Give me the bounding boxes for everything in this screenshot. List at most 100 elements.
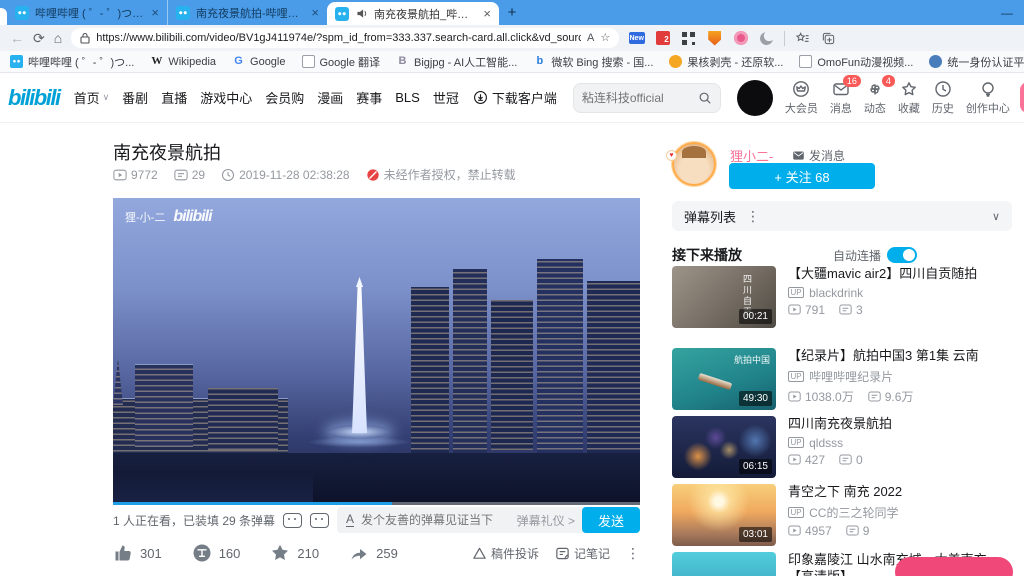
- video-thumbnail[interactable]: 四川自贡 00:21: [672, 266, 776, 328]
- new-tab-button[interactable]: +: [499, 0, 525, 25]
- autoplay-toggle[interactable]: [887, 247, 917, 263]
- nav-game-center[interactable]: 游戏中心: [200, 88, 252, 107]
- audio-playing-icon[interactable]: [355, 7, 368, 20]
- danmaku-font-icon[interactable]: A: [346, 513, 354, 527]
- up-name[interactable]: 哔哩哔哩纪录片: [809, 368, 893, 385]
- danmaku-list-menu-icon[interactable]: ⋮: [746, 208, 760, 225]
- collections-icon[interactable]: [820, 30, 837, 47]
- danmaku-input-box[interactable]: A 弹幕礼仪 > 发送: [337, 507, 640, 533]
- note-button[interactable]: 记笔记: [555, 545, 610, 562]
- extension-qrcode-icon[interactable]: [680, 30, 697, 47]
- download-client-link[interactable]: 下载客户端: [473, 88, 557, 107]
- danmaku-input[interactable]: [361, 513, 510, 527]
- danmaku-list-panel[interactable]: 弹幕列表 ⋮ ∨: [672, 201, 1012, 231]
- bookmark-bilibili[interactable]: 哔哩哔哩 ( ゜- ゜)つ...: [10, 54, 134, 70]
- add-favorite-icon[interactable]: ☆: [600, 33, 610, 44]
- report-button[interactable]: 稿件投诉: [472, 545, 539, 562]
- bookmark-ghxi[interactable]: 果核剥壳 - 还原软...: [669, 54, 783, 70]
- send-message-link[interactable]: 发消息: [792, 147, 845, 164]
- bookmark-sso-1[interactable]: 统一身份认证平台: [929, 54, 1024, 70]
- floating-banner[interactable]: [895, 557, 1013, 576]
- browser-tab-1[interactable]: 哔哩哔哩 ( ゜- ゜)つロ 干杯~-bili ×: [7, 0, 167, 25]
- danmaku-count: 9: [846, 524, 870, 538]
- tab-edge-fragment: [0, 8, 7, 25]
- extension-newtab-icon[interactable]: New: [628, 30, 645, 47]
- bookmark-google[interactable]: GGoogle: [232, 55, 285, 68]
- home-icon[interactable]: ⌂: [54, 31, 62, 45]
- note-icon: [555, 546, 570, 561]
- follow-button[interactable]: + 关注 68: [729, 163, 875, 189]
- video-thumbnail[interactable]: [672, 552, 776, 576]
- danmaku-settings-icon[interactable]: [310, 513, 329, 528]
- more-actions-icon[interactable]: ⋮: [626, 545, 640, 562]
- video-card-title[interactable]: 【纪录片】航拍中国3 第1集 云南: [788, 348, 1012, 365]
- nav-manga[interactable]: 漫画: [317, 88, 343, 107]
- menu-vip[interactable]: 大会员: [785, 80, 818, 116]
- search-input[interactable]: [582, 91, 692, 105]
- danmaku-etiquette-link[interactable]: 弹幕礼仪 >: [517, 512, 575, 529]
- extension-pink-icon[interactable]: [732, 30, 749, 47]
- nav-home[interactable]: 首页∨: [74, 88, 110, 107]
- video-thumbnail[interactable]: 03:01: [672, 484, 776, 546]
- bookmark-omofun[interactable]: OmoFun动漫视频...: [799, 54, 913, 70]
- menu-messages[interactable]: 消息 16: [830, 80, 852, 116]
- bookmark-wikipedia[interactable]: WWikipedia: [150, 55, 216, 68]
- nav-worlds[interactable]: 世冠: [433, 88, 459, 107]
- nav-esports[interactable]: 赛事: [356, 88, 382, 107]
- nav-bangumi[interactable]: 番剧: [122, 88, 148, 107]
- send-danmaku-button[interactable]: 发送: [582, 507, 640, 533]
- uploader-avatar[interactable]: [672, 142, 716, 186]
- address-bar[interactable]: https://www.bilibili.com/video/BV1gJ4119…: [71, 28, 619, 48]
- site-nav: 首页∨ 番剧 直播 游戏中心 会员购 漫画 赛事 BLS 世冠: [74, 88, 459, 107]
- expand-chevron-icon[interactable]: ∨: [992, 210, 1000, 223]
- browser-tab-active[interactable]: 南充夜景航拍_哔哩哔哩_bili ×: [327, 2, 499, 25]
- menu-dynamics[interactable]: 动态 4: [864, 80, 886, 116]
- extension-adguard-icon[interactable]: [706, 30, 723, 47]
- upload-button[interactable]: 投稿: [1020, 82, 1024, 113]
- video-thumbnail[interactable]: 06:15: [672, 416, 776, 478]
- danmaku-toggle-icon[interactable]: [283, 513, 302, 528]
- like-button[interactable]: 301: [113, 543, 162, 563]
- bookmark-bing[interactable]: b微软 Bing 搜索 - 国...: [533, 54, 653, 70]
- tab-close-icon[interactable]: ×: [483, 6, 491, 21]
- bookmark-bigjpg[interactable]: BBigjpg - AI人工智能...: [396, 54, 517, 70]
- video-player[interactable]: 狸-小-二 bilibili: [113, 198, 640, 505]
- recommended-video-4[interactable]: 03:01 青空之下 南充 2022 UPCC的三之轮同学 4957 9: [672, 484, 1012, 546]
- tab-close-icon[interactable]: ×: [151, 5, 159, 20]
- url-text[interactable]: https://www.bilibili.com/video/BV1gJ4119…: [96, 32, 581, 44]
- favorite-button[interactable]: 210: [270, 543, 319, 563]
- video-meta: 9772 29 2019-11-28 02:38:28 未经作者授权，禁止转载: [113, 166, 516, 183]
- bookmark-google-translate[interactable]: Google 翻译: [302, 54, 381, 70]
- nav-bls[interactable]: BLS: [395, 90, 420, 105]
- recommended-video-1[interactable]: 四川自贡 00:21 【大疆mavic air2】四川自贡随拍 UPblackd…: [672, 266, 1012, 328]
- up-name[interactable]: qldsss: [809, 436, 843, 450]
- search-icon[interactable]: [698, 91, 712, 105]
- share-button[interactable]: 259: [349, 543, 398, 563]
- video-card-title[interactable]: 【大疆mavic air2】四川自贡随拍: [788, 266, 1012, 283]
- extension-downloader-icon[interactable]: 2: [654, 30, 671, 47]
- video-card-title[interactable]: 青空之下 南充 2022: [788, 484, 1012, 501]
- bilibili-logo[interactable]: bilibili: [8, 85, 60, 111]
- site-search-box[interactable]: [573, 83, 721, 113]
- read-aloud-icon[interactable]: A: [587, 33, 594, 44]
- menu-history[interactable]: 历史: [932, 80, 954, 116]
- favorites-icon[interactable]: [794, 30, 811, 47]
- menu-favorites[interactable]: 收藏: [898, 80, 920, 116]
- nav-vip-shop[interactable]: 会员购: [265, 88, 304, 107]
- video-thumbnail[interactable]: 航拍中国 49:30: [672, 348, 776, 410]
- video-card-title[interactable]: 四川南充夜景航拍: [788, 416, 1012, 433]
- minimize-button[interactable]: —: [990, 0, 1024, 25]
- back-icon[interactable]: ←: [10, 31, 24, 45]
- up-name[interactable]: blackdrink: [809, 286, 863, 300]
- browser-tab-2[interactable]: 南充夜景航拍-哔哩哔哩_Bilibili ×: [167, 0, 327, 25]
- user-avatar[interactable]: [737, 80, 773, 116]
- coin-button[interactable]: 160: [192, 543, 241, 563]
- up-name[interactable]: CC的三之轮同学: [809, 504, 898, 521]
- recommended-video-2[interactable]: 航拍中国 49:30 【纪录片】航拍中国3 第1集 云南 UP哔哩哔哩纪录片 1…: [672, 348, 1012, 410]
- tab-close-icon[interactable]: ×: [311, 5, 319, 20]
- refresh-icon[interactable]: ⟳: [33, 31, 45, 45]
- recommended-video-3[interactable]: 06:15 四川南充夜景航拍 UPqldsss 427 0: [672, 416, 1012, 478]
- menu-creator-center[interactable]: 创作中心: [966, 80, 1010, 116]
- nav-live[interactable]: 直播: [161, 88, 187, 107]
- extension-cookie-icon[interactable]: [758, 30, 775, 47]
